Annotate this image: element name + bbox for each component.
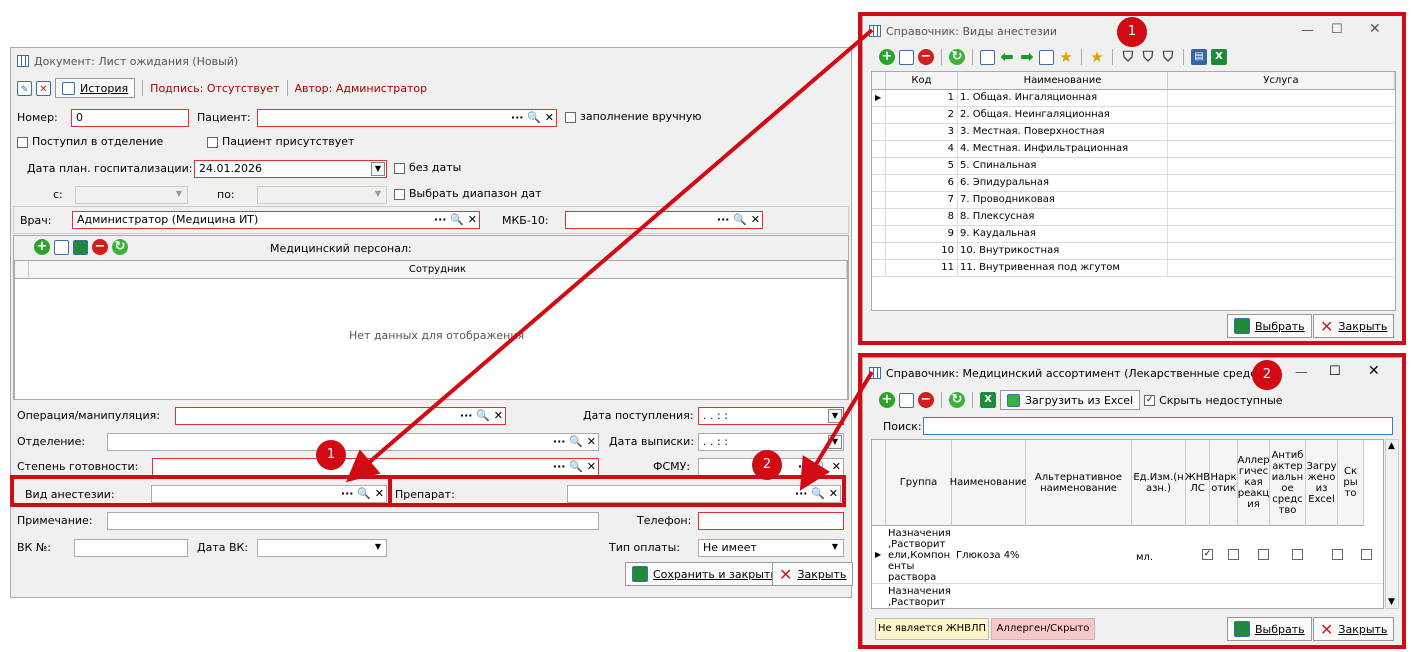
- badge-1-top: 1: [1117, 17, 1147, 47]
- arrow-2-line: [799, 370, 874, 491]
- badge-2-top: 2: [1252, 360, 1282, 390]
- badge-1-bottom: 1: [316, 440, 346, 470]
- annotation-arrows: [345, 28, 874, 491]
- badge-2-bottom: 2: [752, 450, 782, 480]
- arrow-1-line: [345, 28, 874, 483]
